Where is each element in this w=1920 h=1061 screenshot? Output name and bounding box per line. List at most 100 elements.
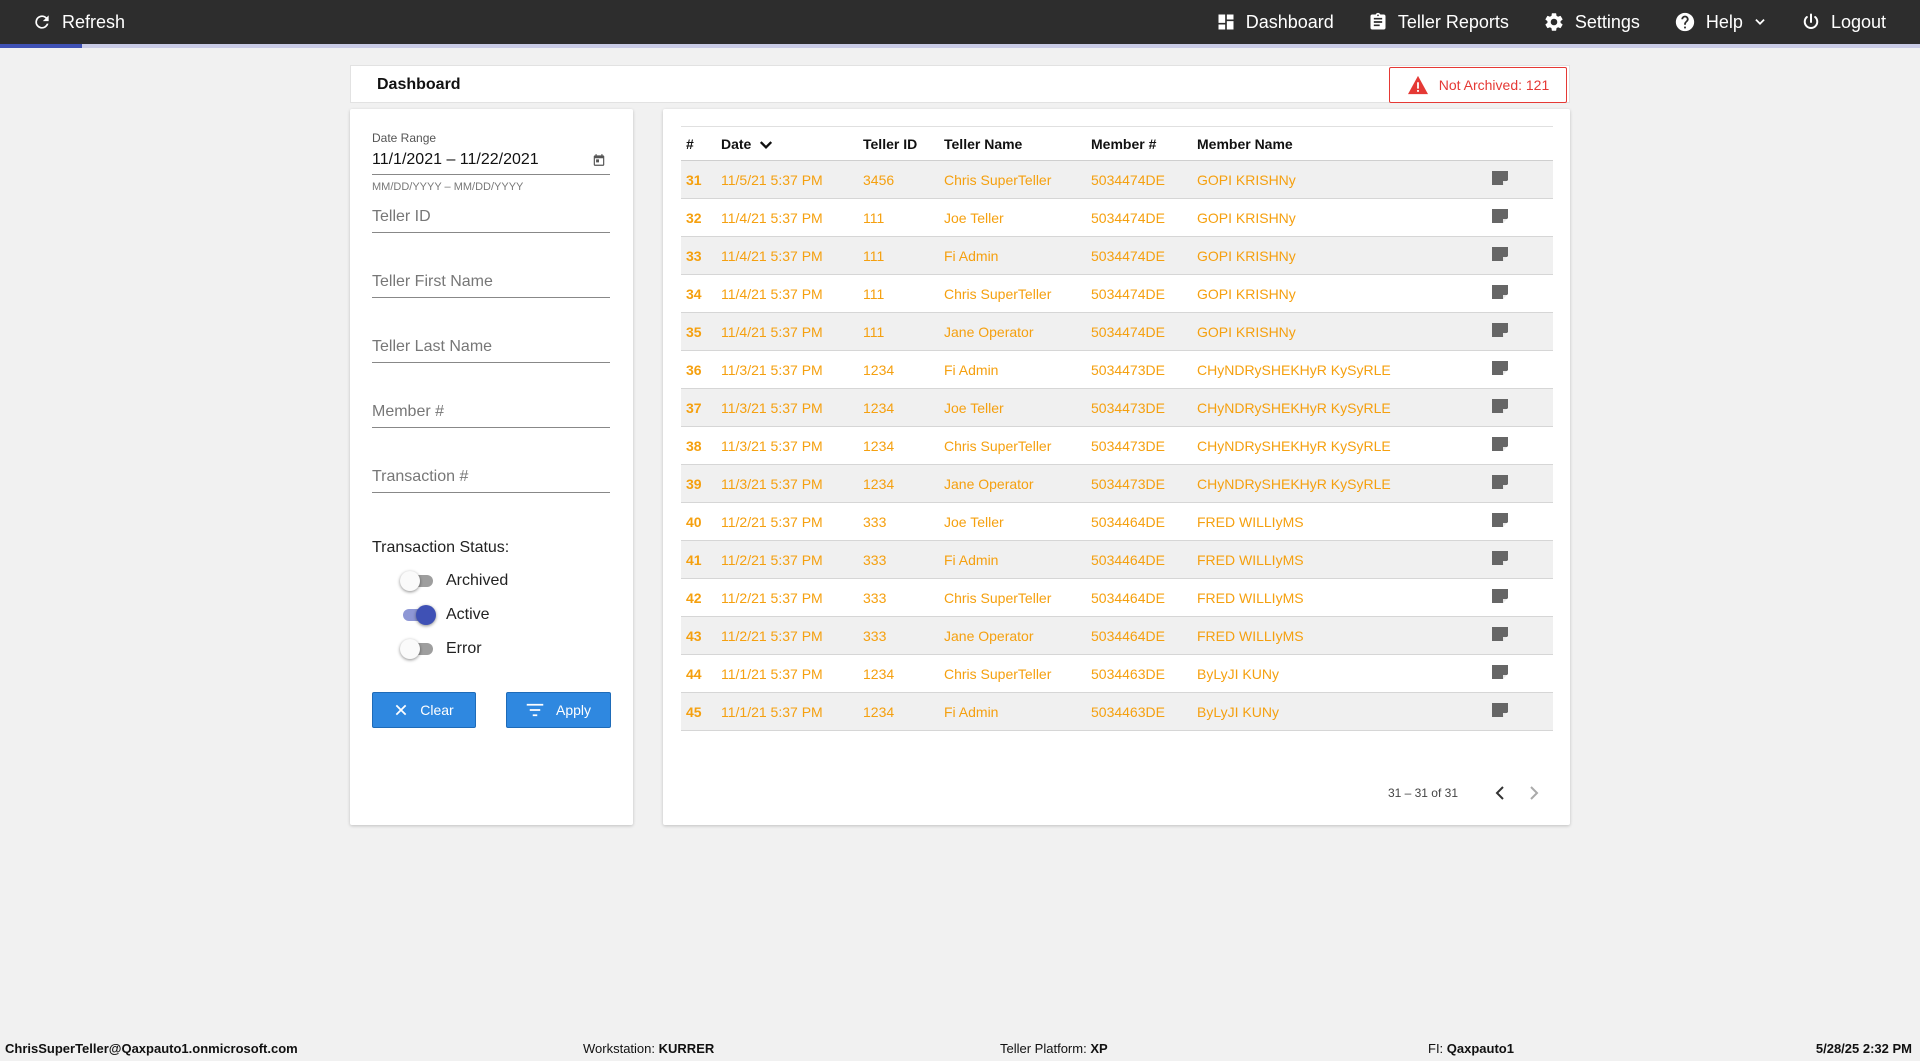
row-teller-id: 111: [863, 285, 885, 302]
teller-first-name-field[interactable]: [372, 266, 610, 298]
member-number-field[interactable]: [372, 396, 610, 428]
nav-dashboard[interactable]: Dashboard: [1216, 12, 1334, 33]
row-actions: [1487, 579, 1553, 617]
footer-user: ChrisSuperTeller@Qaxpauto1.onmicrosoft.c…: [5, 1041, 298, 1056]
table-row[interactable]: 31 11/5/21 5:37 PM 3456 Chris SuperTeller 50…: [681, 160, 1553, 199]
nav-help-label: Help: [1705, 11, 1743, 32]
note-icon[interactable]: [1492, 551, 1508, 565]
table-row[interactable]: 32 11/4/21 5:37 PM 111 Joe Teller 5034474DE G…: [681, 199, 1553, 237]
nav-logout[interactable]: Logout: [1801, 12, 1886, 33]
previous-page-icon[interactable]: [1494, 785, 1506, 801]
table-row[interactable]: 39 11/3/21 5:37 PM 1234 Jane Operator 503447…: [681, 464, 1553, 503]
toggle-active[interactable]: Active: [400, 605, 490, 625]
footer-workstation-label: Workstation:: [583, 1041, 656, 1056]
member-number-input[interactable]: [372, 403, 610, 421]
table-row[interactable]: 33 11/4/21 5:37 PM 111 Fi Admin 5034474DE GOP…: [681, 236, 1553, 275]
table-row[interactable]: 34 11/4/21 5:37 PM 111 Chris SuperTeller 503…: [681, 275, 1553, 313]
transaction-status-title: Transaction Status:: [372, 539, 510, 556]
note-icon[interactable]: [1492, 361, 1508, 375]
teller-first-name-input[interactable]: [372, 273, 610, 291]
row-member-name: GOPI KRISHNy: [1197, 323, 1296, 340]
note-icon[interactable]: [1492, 437, 1508, 451]
archived-switch[interactable]: [400, 571, 436, 591]
footer-fi-label: FI:: [1428, 1041, 1444, 1056]
nav-settings[interactable]: Settings: [1543, 11, 1640, 33]
note-icon[interactable]: [1492, 475, 1508, 489]
table-row[interactable]: 43 11/2/21 5:37 PM 333 Jane Operator 5034464…: [681, 616, 1553, 655]
date-range-field[interactable]: Date Range 11/1/2021 – 11/22/2021 MM/DD/…: [372, 131, 610, 193]
nav-help[interactable]: Help: [1674, 11, 1767, 33]
table-row[interactable]: 44 11/1/21 5:37 PM 1234 Chris SuperTeller 50…: [681, 655, 1553, 693]
column-header-member-name[interactable]: Member Name: [1192, 127, 1487, 161]
row-number: 32: [686, 209, 702, 226]
column-header-number[interactable]: #: [681, 127, 716, 161]
row-actions: [1487, 617, 1553, 655]
row-actions: [1487, 693, 1553, 731]
calendar-icon[interactable]: [592, 153, 606, 167]
note-icon[interactable]: [1492, 589, 1508, 603]
row-teller-id: 1234: [863, 475, 895, 492]
apply-button[interactable]: Apply: [506, 692, 611, 728]
footer-platform-label: Teller Platform:: [1000, 1041, 1087, 1056]
note-icon[interactable]: [1492, 285, 1508, 299]
not-archived-badge[interactable]: Not Archived: 121: [1389, 67, 1567, 103]
table-row[interactable]: 42 11/2/21 5:37 PM 333 Chris SuperTeller 503…: [681, 579, 1553, 617]
table-row[interactable]: 40 11/2/21 5:37 PM 333 Joe Teller 5034464DE F…: [681, 503, 1553, 541]
row-date: 11/1/21 5:37 PM: [721, 703, 823, 720]
note-icon[interactable]: [1492, 513, 1508, 527]
top-bar: Refresh Dashboard Teller Reports Setting…: [0, 0, 1920, 44]
active-switch[interactable]: [400, 605, 436, 625]
note-icon[interactable]: [1492, 665, 1508, 679]
column-header-teller-id[interactable]: Teller ID: [858, 127, 939, 161]
table-row[interactable]: 41 11/2/21 5:37 PM 333 Fi Admin 5034464DE FRE…: [681, 540, 1553, 579]
table-row[interactable]: 35 11/4/21 5:37 PM 111 Jane Operator 5034474…: [681, 312, 1553, 351]
teller-id-field[interactable]: [372, 201, 610, 233]
column-header-member-number[interactable]: Member #: [1086, 127, 1192, 161]
footer-workstation-value: KURRER: [658, 1041, 715, 1056]
row-teller-id: 333: [863, 589, 887, 606]
teller-last-name-field[interactable]: [372, 331, 610, 363]
column-header-teller-name[interactable]: Teller Name: [939, 127, 1086, 161]
note-icon[interactable]: [1492, 247, 1508, 261]
nav-teller-reports[interactable]: Teller Reports: [1368, 12, 1509, 33]
teller-last-name-input[interactable]: [372, 338, 610, 356]
next-page-icon[interactable]: [1528, 785, 1540, 801]
date-range-input[interactable]: 11/1/2021 – 11/22/2021: [372, 149, 610, 175]
row-actions: [1487, 275, 1553, 313]
table-row[interactable]: 45 11/1/21 5:37 PM 1234 Fi Admin 5034463DE By…: [681, 692, 1553, 731]
row-actions: [1487, 655, 1553, 693]
toggle-archived[interactable]: Archived: [400, 571, 508, 591]
toggle-error-label: Error: [446, 640, 482, 657]
row-date: 11/5/21 5:37 PM: [721, 171, 823, 188]
note-icon[interactable]: [1492, 399, 1508, 413]
note-icon[interactable]: [1492, 627, 1508, 641]
toggle-archived-label: Archived: [446, 572, 509, 589]
row-member-number: 5034474DE: [1091, 171, 1165, 188]
row-teller-id: 333: [863, 513, 887, 530]
toggle-error[interactable]: Error: [400, 639, 482, 659]
note-icon[interactable]: [1492, 171, 1508, 185]
footer-platform-value: XP: [1090, 1041, 1108, 1056]
table-row[interactable]: 37 11/3/21 5:37 PM 1234 Joe Teller 5034473DE…: [681, 388, 1553, 427]
transaction-number-input[interactable]: [372, 468, 610, 486]
error-switch[interactable]: [400, 639, 436, 659]
row-member-name: FRED WILLIyMS: [1197, 589, 1304, 606]
chevron-down-icon: [1755, 19, 1765, 25]
row-actions: [1487, 237, 1553, 275]
refresh-button[interactable]: Refresh: [32, 0, 125, 44]
row-member-number: 5034473DE: [1091, 437, 1165, 454]
column-header-date[interactable]: Date: [716, 127, 858, 161]
note-icon[interactable]: [1492, 323, 1508, 337]
status-bar: ChrisSuperTeller@Qaxpauto1.onmicrosoft.c…: [0, 1037, 1920, 1061]
table-row[interactable]: 38 11/3/21 5:37 PM 1234 Chris SuperTeller 50…: [681, 427, 1553, 465]
table-row[interactable]: 36 11/3/21 5:37 PM 1234 Fi Admin 5034473DE CH…: [681, 351, 1553, 389]
clear-button[interactable]: Clear: [372, 692, 476, 728]
note-icon[interactable]: [1492, 703, 1508, 717]
row-teller-id: 111: [863, 209, 885, 226]
main-nav: Dashboard Teller Reports Settings Help L…: [1216, 0, 1886, 44]
footer-fi-value: Qaxpauto1: [1446, 1041, 1514, 1056]
teller-id-input[interactable]: [372, 208, 610, 226]
transaction-number-field[interactable]: [372, 461, 610, 493]
note-icon[interactable]: [1492, 209, 1508, 223]
row-member-number: 5034474DE: [1091, 209, 1165, 226]
